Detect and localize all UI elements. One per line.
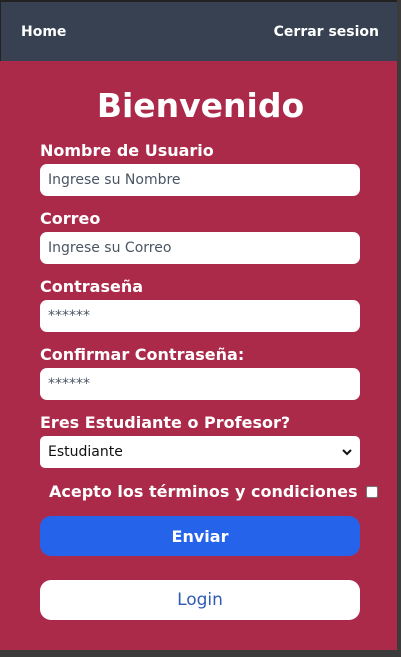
password-label: Contraseña <box>40 277 144 296</box>
email-input[interactable] <box>40 232 360 264</box>
app-frame: Home Cerrar sesion Bienvenido Nombre de … <box>0 0 401 657</box>
role-label: Eres Estudiante o Profesor? <box>40 413 291 432</box>
chevron-down-icon <box>342 449 352 456</box>
username-input[interactable] <box>40 164 360 196</box>
username-label: Nombre de Usuario <box>40 141 214 160</box>
terms-checkbox[interactable] <box>365 486 378 498</box>
role-select[interactable]: Estudiante <box>40 436 360 468</box>
logout-link[interactable]: Cerrar sesion <box>274 24 379 40</box>
password-input[interactable] <box>40 300 360 332</box>
login-button[interactable]: Login <box>40 580 360 620</box>
page-title: Bienvenido <box>96 86 305 125</box>
terms-row: Acepto los términos y condiciones <box>49 482 378 502</box>
top-navbar: Home Cerrar sesion <box>0 0 397 61</box>
role-selected-value: Estudiante <box>48 444 123 460</box>
confirm-password-label: Confirmar Contraseña: <box>40 345 245 364</box>
home-link[interactable]: Home <box>21 24 66 40</box>
confirm-password-input[interactable] <box>40 368 360 400</box>
terms-label: Acepto los términos y condiciones <box>49 482 358 501</box>
submit-button[interactable]: Enviar <box>40 516 360 556</box>
email-label: Correo <box>40 209 101 228</box>
